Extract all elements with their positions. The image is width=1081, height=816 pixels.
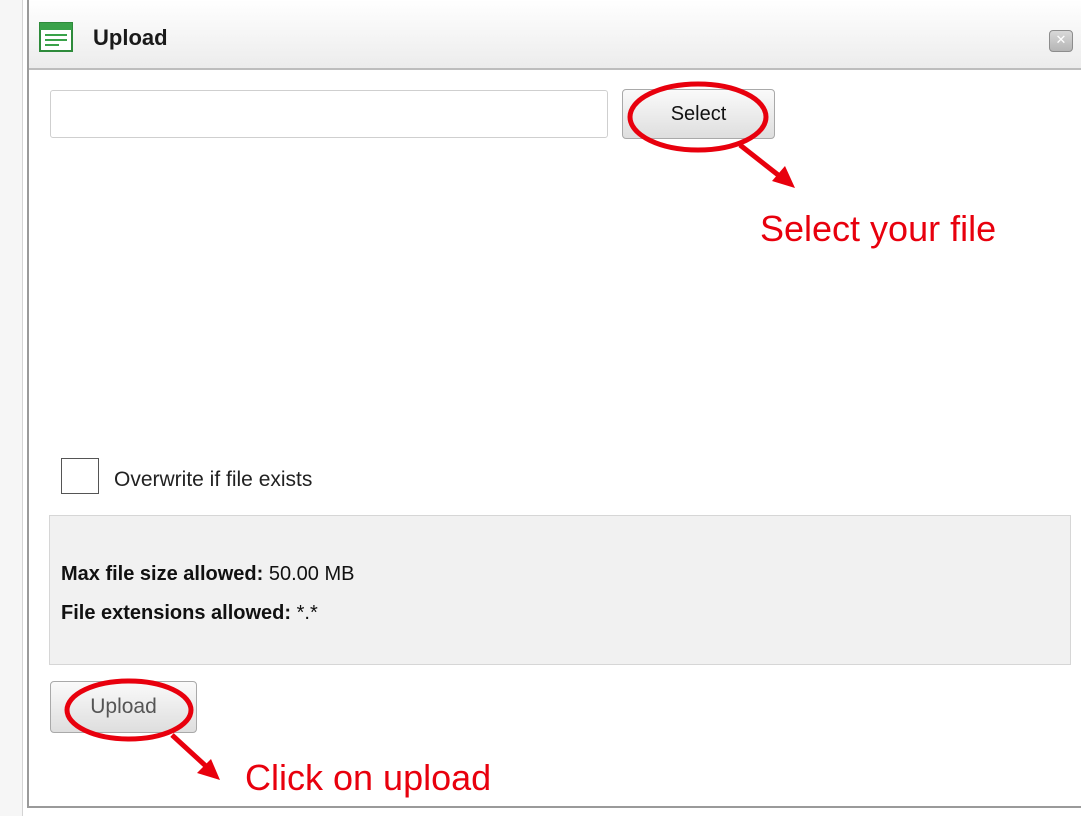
extensions-label: File extensions allowed: (61, 602, 292, 624)
overwrite-label: Overwrite if file exists (114, 468, 313, 491)
select-hint-annotation: Select your file (760, 208, 997, 249)
overwrite-checkbox[interactable] (61, 458, 99, 494)
max-size-line: Max file size allowed: 50.00 MB (61, 563, 354, 586)
upload-hint-annotation: Click on upload (245, 757, 492, 798)
background-app-edge (0, 0, 23, 816)
file-path-input[interactable] (50, 90, 608, 138)
extensions-line: File extensions allowed: *.* (61, 602, 318, 625)
upload-info-panel: Max file size allowed: 50.00 MB File ext… (49, 515, 1071, 665)
extensions-value: *.* (296, 602, 318, 624)
close-icon[interactable]: ✕ (1049, 30, 1073, 52)
select-button[interactable]: Select (622, 89, 775, 139)
upload-button[interactable]: Upload (50, 681, 197, 733)
title-bar[interactable]: Upload ✕ (29, 0, 1081, 70)
dialog-title: Upload (93, 25, 168, 50)
upload-dialog: Upload ✕ Select Overwrite if file exists… (27, 0, 1081, 808)
max-size-value: 50.00 MB (268, 563, 355, 585)
max-size-label: Max file size allowed: (61, 563, 264, 585)
window-icon (39, 22, 73, 52)
